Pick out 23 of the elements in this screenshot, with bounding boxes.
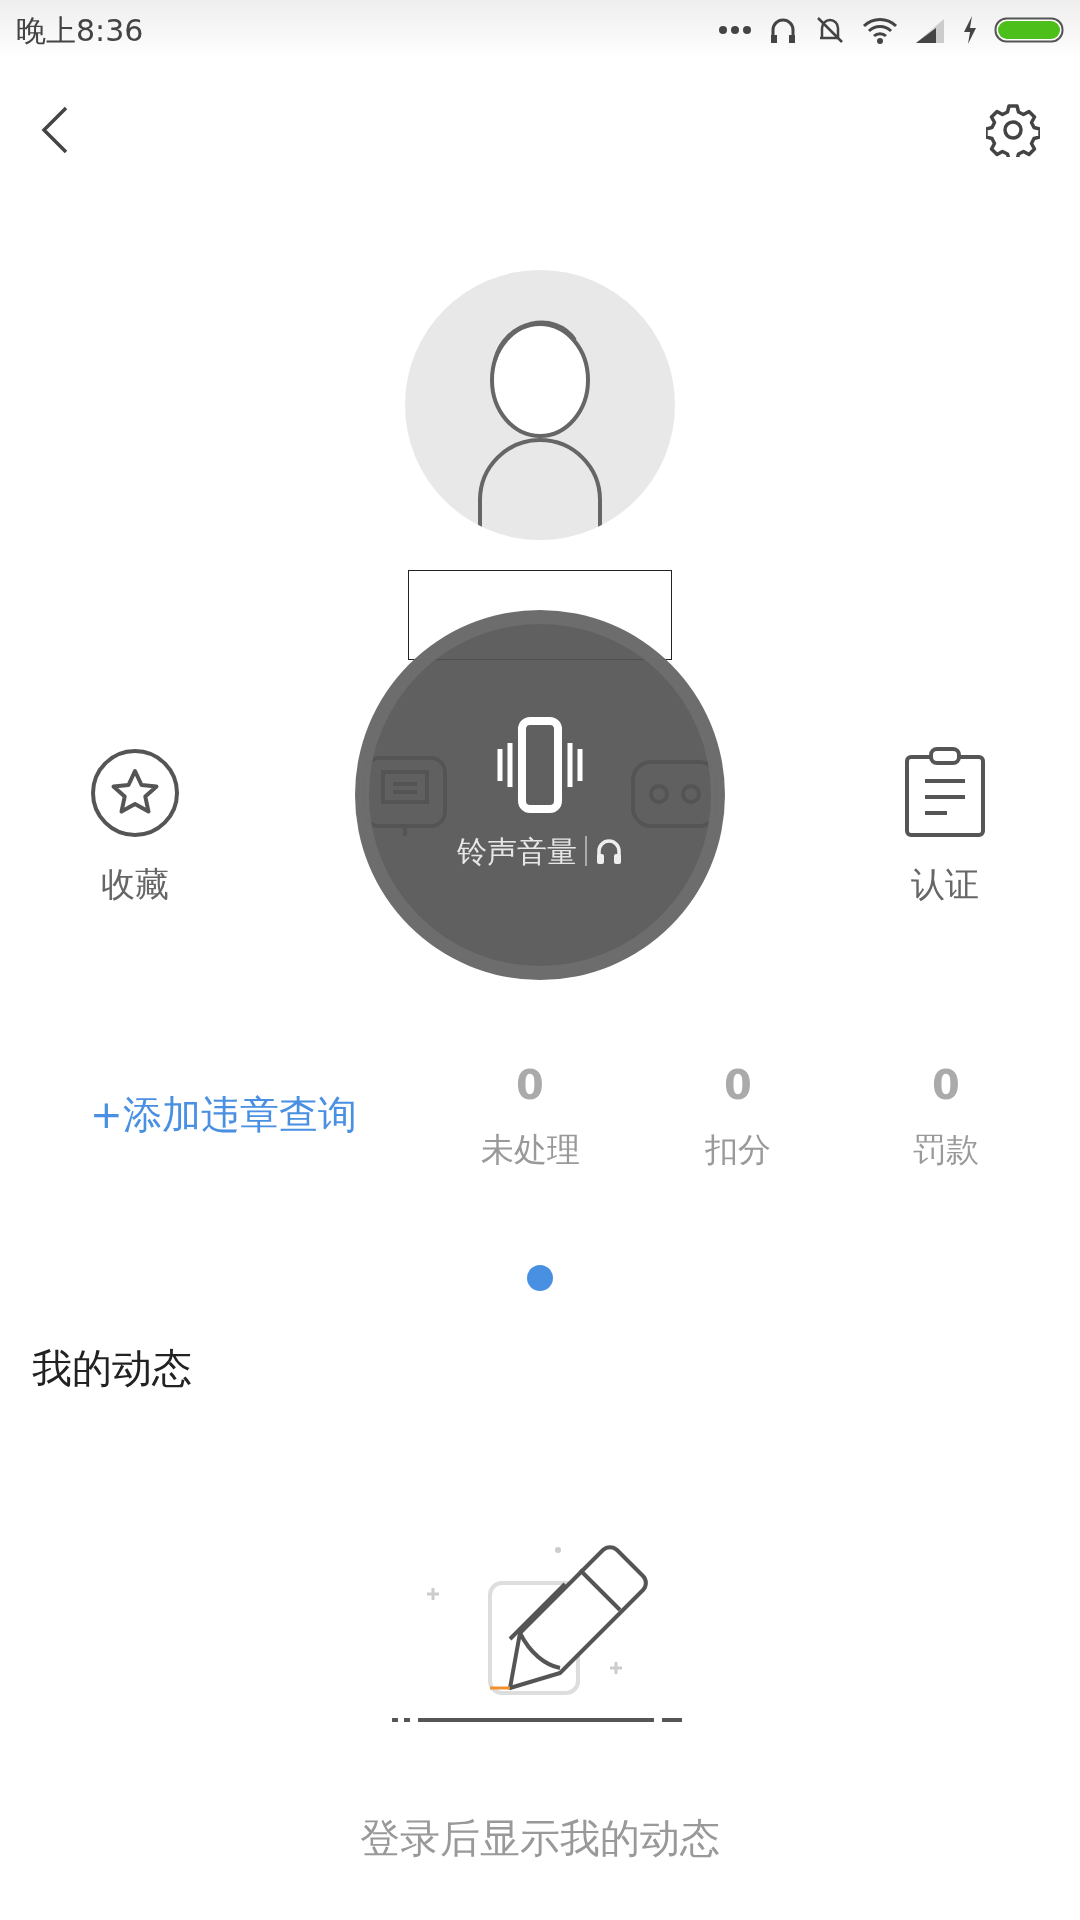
status-time: 晚上8:36: [16, 11, 144, 50]
avatar-icon: [405, 270, 675, 540]
back-icon[interactable]: [40, 106, 70, 154]
charging-icon: [962, 16, 978, 44]
headphones-icon: [595, 837, 623, 865]
stat-label: 罚款: [913, 1129, 979, 1172]
stat-value: 0: [932, 1061, 960, 1111]
signal-icon: [914, 17, 946, 43]
battery-icon: [994, 15, 1064, 45]
settings-icon[interactable]: [986, 103, 1040, 157]
section-title: 我的动态: [31, 1344, 193, 1393]
add-violation-query-link[interactable]: +添加违章查询: [0, 1085, 426, 1145]
shortcut-label[interactable]: 认证: [911, 859, 979, 910]
empty-state-text: 登录后显示我的动态: [359, 1814, 721, 1863]
stat-label: 扣分: [705, 1129, 771, 1172]
more-icon: [718, 25, 752, 35]
stat-value: 0: [724, 1061, 752, 1111]
volume-label: 铃声音量: [457, 832, 577, 871]
stat-label: 未处理: [480, 1129, 580, 1172]
wifi-icon: [862, 16, 898, 44]
clipboard-icon: [903, 747, 987, 839]
shortcut-label[interactable]: 收藏: [101, 859, 169, 910]
stat-value: 0: [516, 1061, 544, 1111]
